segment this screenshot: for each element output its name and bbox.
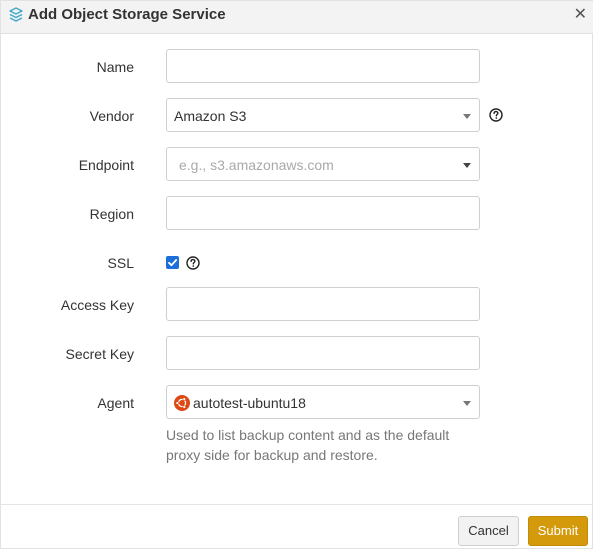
vendor-select[interactable]: Amazon S3 <box>166 98 480 132</box>
dialog-title: Add Object Storage Service <box>28 6 226 23</box>
access-key-input[interactable] <box>167 288 479 320</box>
cancel-button[interactable]: Cancel <box>458 516 519 546</box>
ssl-label: SSL <box>107 255 134 271</box>
chevron-down-icon <box>463 114 471 119</box>
agent-label: Agent <box>97 395 134 411</box>
name-label: Name <box>96 59 134 75</box>
agent-hint-text: Used to list backup content and as the d… <box>166 427 450 463</box>
agent-select[interactable]: autotest-ubuntu18 <box>166 385 480 419</box>
access-key-field[interactable] <box>166 287 480 321</box>
close-icon[interactable]: ✕ <box>574 6 587 24</box>
submit-button[interactable]: Submit <box>528 516 588 546</box>
access-key-label: Access Key <box>60 297 134 313</box>
chevron-down-icon <box>463 163 471 168</box>
region-input[interactable] <box>167 197 479 229</box>
ubuntu-logo-icon <box>174 395 190 411</box>
name-field[interactable] <box>166 49 480 83</box>
ssl-checkbox[interactable] <box>166 256 179 269</box>
add-object-storage-dialog: Add Object Storage Service ✕ Name Vendor… <box>0 0 593 549</box>
name-input[interactable] <box>167 50 479 82</box>
ssl-help-icon[interactable] <box>186 256 200 270</box>
secret-key-input[interactable] <box>167 337 479 369</box>
vendor-selected-value: Amazon S3 <box>174 108 247 124</box>
vendor-help-icon[interactable] <box>489 108 503 122</box>
region-field[interactable] <box>166 196 480 230</box>
agent-selected-value: autotest-ubuntu18 <box>193 395 306 411</box>
checkmark-icon <box>168 259 178 267</box>
chevron-down-icon <box>463 401 471 406</box>
endpoint-placeholder: e.g., s3.amazonaws.com <box>179 157 334 173</box>
secret-key-label: Secret Key <box>65 346 134 362</box>
vendor-label: Vendor <box>89 108 134 124</box>
secret-key-field[interactable] <box>166 336 480 370</box>
layers-icon <box>9 7 23 22</box>
dialog-header: Add Object Storage Service ✕ <box>1 1 593 34</box>
region-label: Region <box>89 206 134 222</box>
endpoint-combobox[interactable]: e.g., s3.amazonaws.com <box>166 147 480 181</box>
endpoint-label: Endpoint <box>78 157 134 173</box>
